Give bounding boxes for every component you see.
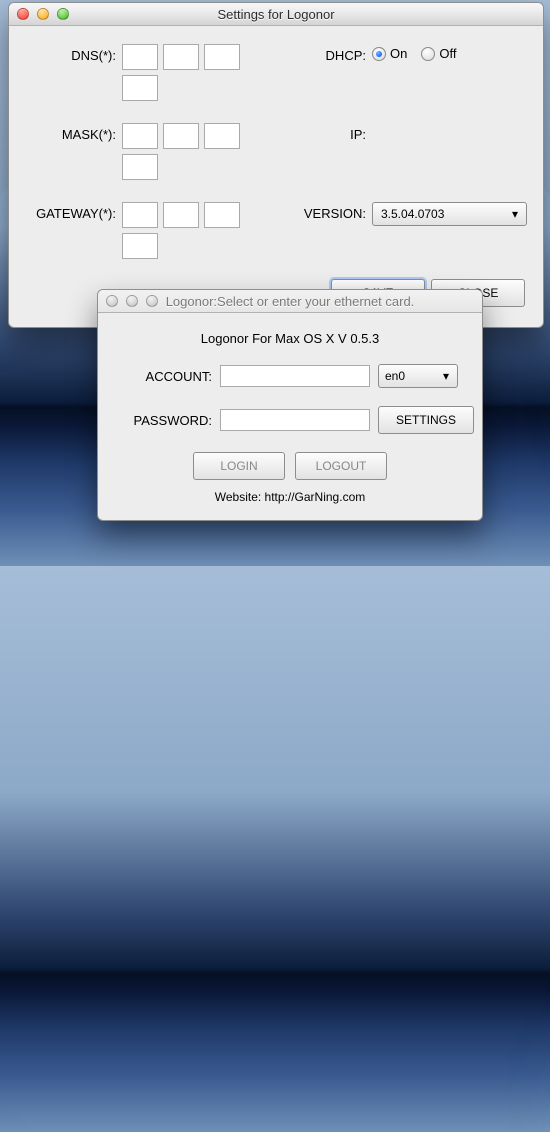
radio-checked-icon [372,47,386,61]
interface-select[interactable]: en0 ▾ [378,364,458,388]
account-input[interactable] [220,365,370,387]
dns-octets [122,44,277,101]
mask-octet-4[interactable] [122,154,158,180]
ip-label: IP: [277,123,372,142]
settings-titlebar[interactable]: Settings for Logonor [9,3,543,26]
dhcp-off-label: Off [439,46,456,61]
mask-octets [122,123,277,180]
zoom-icon[interactable] [146,295,158,307]
settings-button[interactable]: SETTINGS [378,406,474,434]
dns-octet-4[interactable] [122,75,158,101]
chevron-down-icon: ▾ [439,369,453,383]
dns-label: DNS(*): [27,44,122,63]
mask-label: MASK(*): [27,123,122,142]
dns-octet-3[interactable] [204,44,240,70]
mask-octet-3[interactable] [204,123,240,149]
gateway-octets [122,202,277,259]
version-select[interactable]: 3.5.04.0703 ▾ [372,202,527,226]
dns-octet-1[interactable] [122,44,158,70]
main-window: Logonor:Select or enter your ethernet ca… [97,289,483,521]
dhcp-label: DHCP: [277,44,372,63]
gateway-octet-2[interactable] [163,202,199,228]
gateway-octet-1[interactable] [122,202,158,228]
logout-button[interactable]: LOGOUT [295,452,387,480]
website-line: Website: http://GarNing.com [122,490,458,504]
radio-unchecked-icon [421,47,435,61]
traffic-lights [9,8,69,20]
mask-octet-2[interactable] [163,123,199,149]
gateway-label: GATEWAY(*): [27,202,122,221]
password-label: PASSWORD: [122,413,212,428]
traffic-lights-inactive [98,295,158,307]
minimize-icon[interactable] [37,8,49,20]
version-value: 3.5.04.0703 [381,207,444,221]
zoom-icon[interactable] [57,8,69,20]
password-input[interactable] [220,409,370,431]
close-icon[interactable] [17,8,29,20]
dns-octet-2[interactable] [163,44,199,70]
main-titlebar[interactable]: Logonor:Select or enter your ethernet ca… [98,290,482,313]
close-icon[interactable] [106,295,118,307]
chevron-down-icon: ▾ [508,207,522,221]
minimize-icon[interactable] [126,295,138,307]
gateway-octet-3[interactable] [204,202,240,228]
version-label: VERSION: [277,202,372,221]
account-label: ACCOUNT: [122,369,212,384]
login-button[interactable]: LOGIN [193,452,285,480]
main-heading: Logonor For Max OS X V 0.5.3 [122,331,458,346]
dhcp-off-radio[interactable]: Off [421,46,456,61]
dhcp-on-radio[interactable]: On [372,46,407,61]
mask-octet-1[interactable] [122,123,158,149]
settings-window: Settings for Logonor DNS(*): DHCP: On Of… [8,2,544,328]
interface-value: en0 [385,369,405,383]
settings-title: Settings for Logonor [9,7,543,22]
gateway-octet-4[interactable] [122,233,158,259]
dhcp-on-label: On [390,46,407,61]
